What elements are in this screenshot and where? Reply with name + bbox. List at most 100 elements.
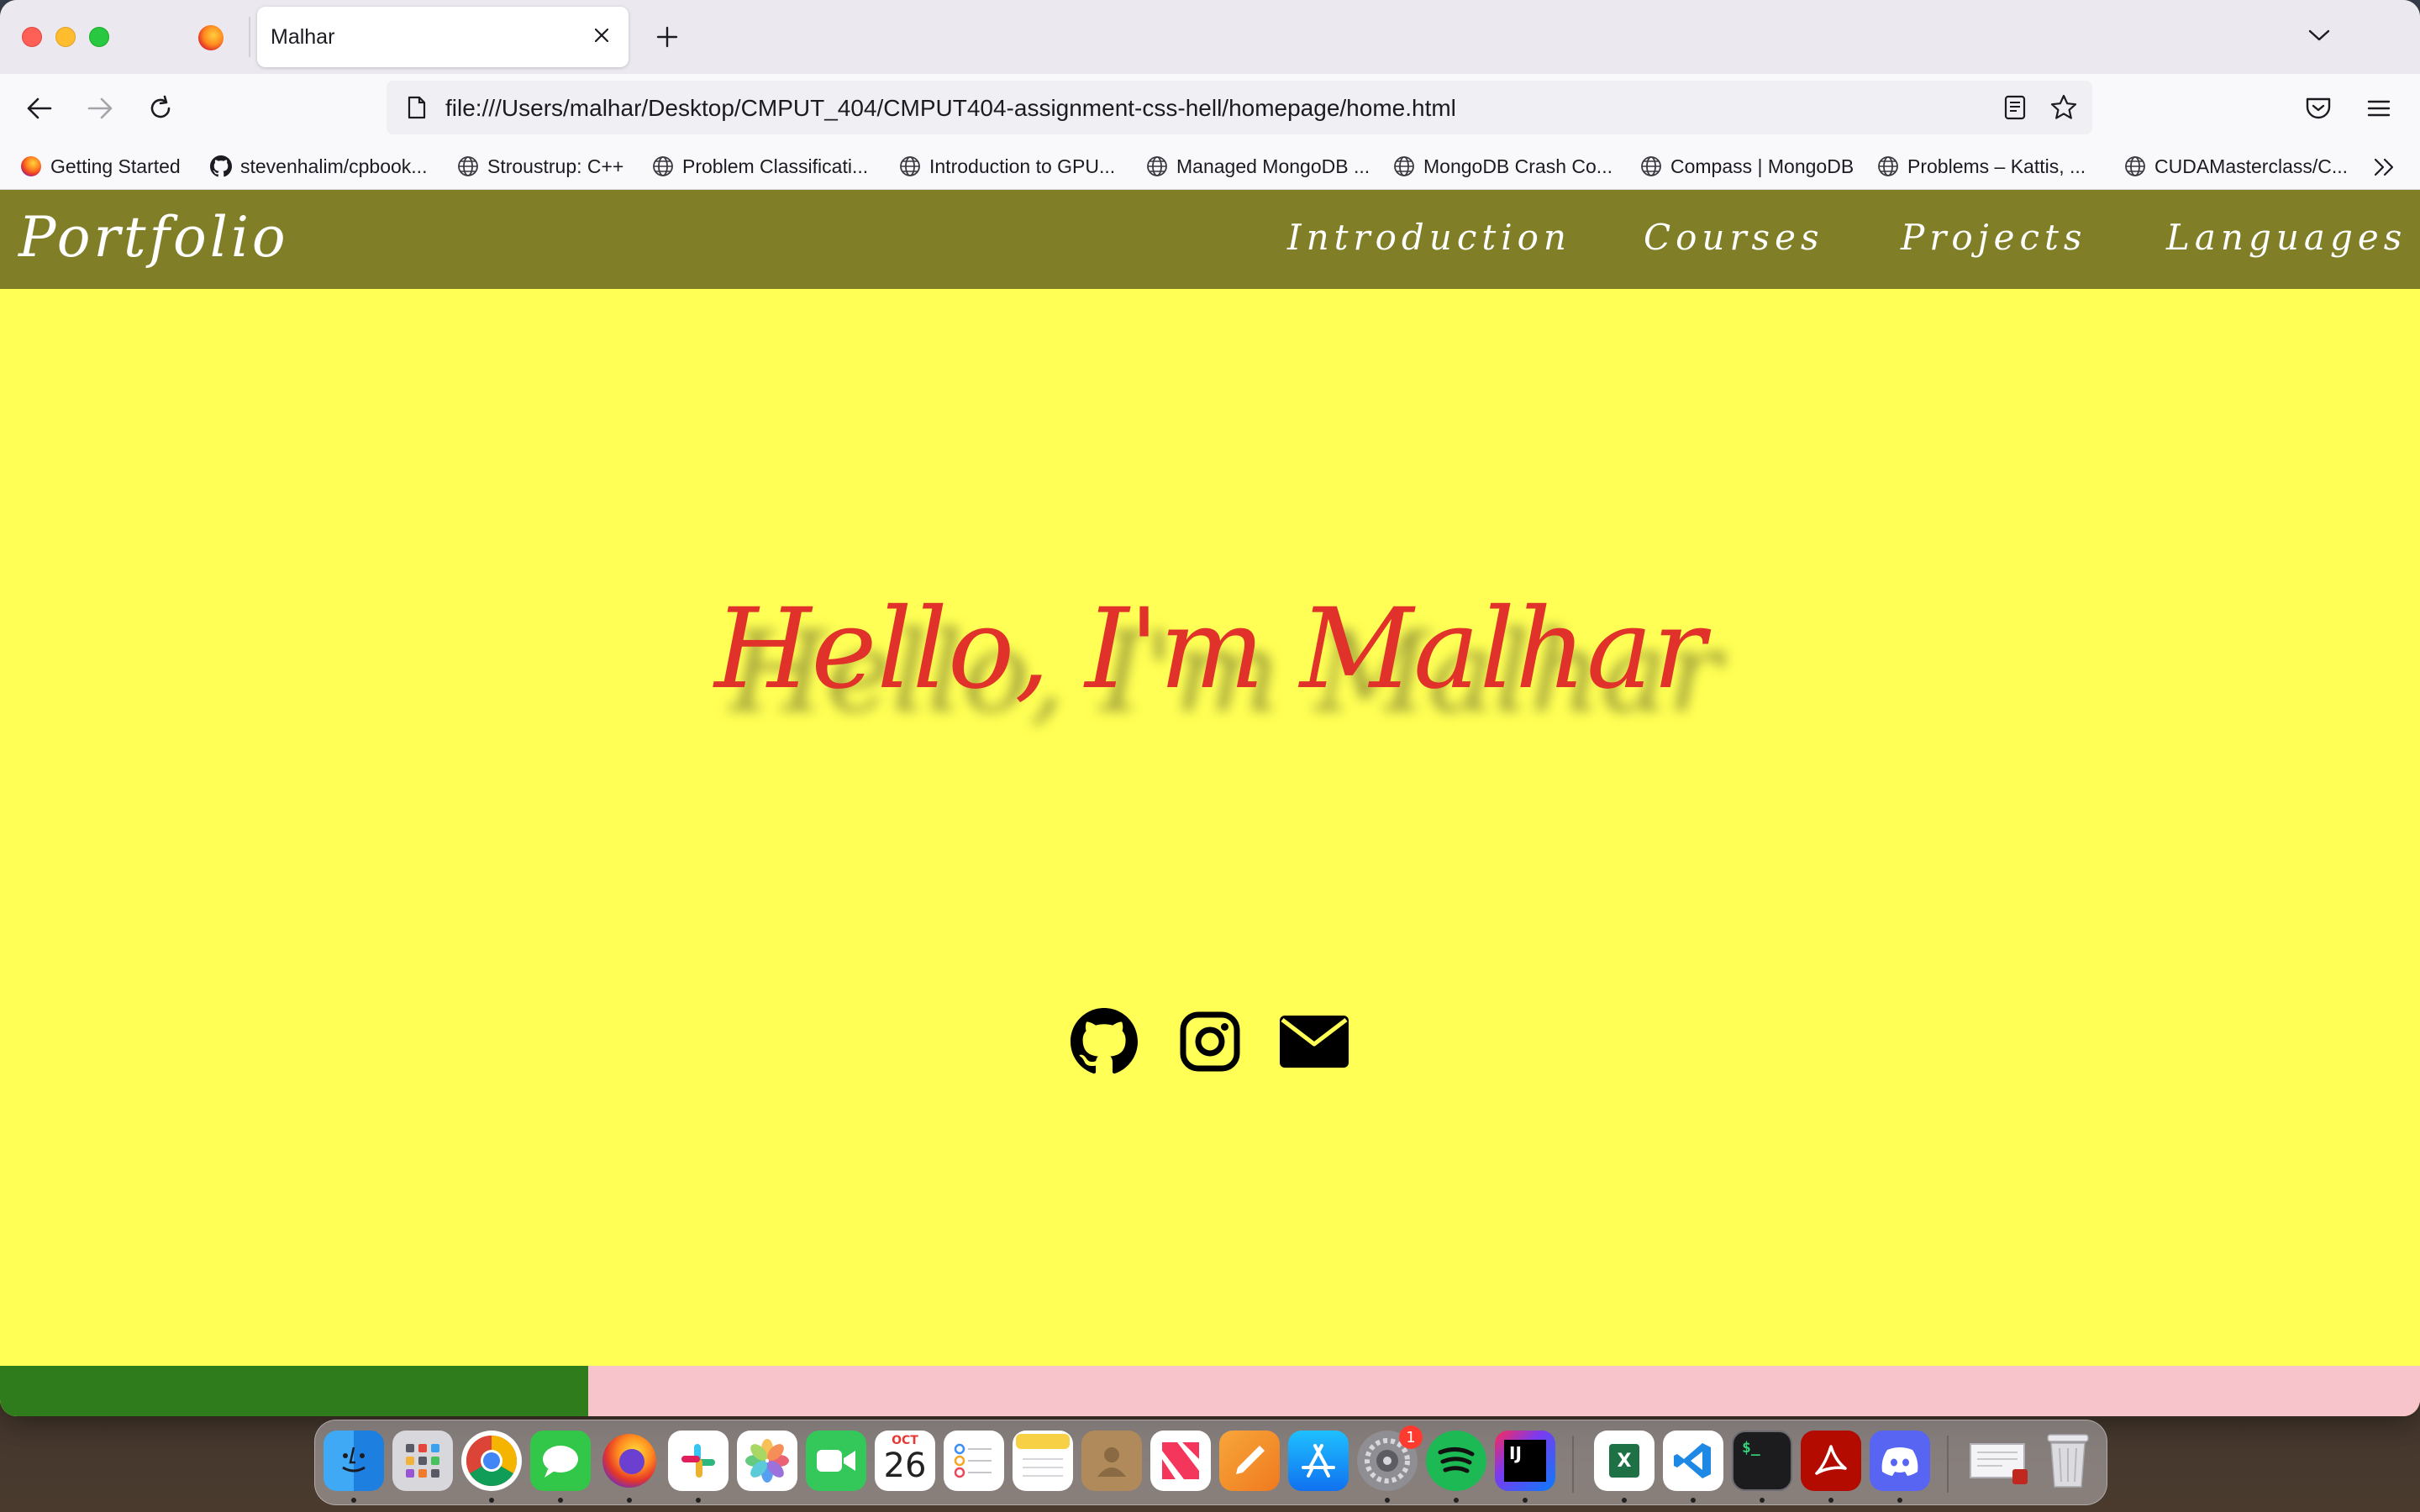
- github-icon: [210, 155, 232, 177]
- mail-icon[interactable]: [1279, 1006, 1349, 1077]
- terminal-icon[interactable]: $_: [1732, 1431, 1792, 1491]
- notes-icon[interactable]: [1013, 1431, 1073, 1491]
- tab-close-icon[interactable]: [588, 22, 615, 49]
- running-indicator: [558, 1498, 563, 1503]
- pages-icon[interactable]: [1219, 1431, 1280, 1491]
- bookmarks-bar: Getting Started stevenhalim/cpbook... St…: [0, 143, 2420, 190]
- footer-left-block: [0, 1366, 588, 1416]
- finder-icon[interactable]: [324, 1431, 384, 1491]
- social-links: [1069, 1006, 1355, 1077]
- calendar-month: OCT: [892, 1434, 918, 1447]
- window-close-button[interactable]: [22, 27, 42, 47]
- spotify-icon[interactable]: [1426, 1431, 1486, 1491]
- running-indicator: [696, 1498, 701, 1503]
- bookmark-item[interactable]: Problems – Kattis, ...: [1877, 151, 2086, 181]
- bookmark-item[interactable]: Introduction to GPU...: [899, 151, 1115, 181]
- web-page: Portfolio Introduction Courses Projects …: [0, 190, 2420, 1416]
- bookmark-label: stevenhalim/cpbook...: [240, 155, 428, 177]
- messages-icon[interactable]: [530, 1431, 591, 1491]
- bookmark-label: MongoDB Crash Co...: [1423, 155, 1612, 177]
- bookmark-item[interactable]: MongoDB Crash Co...: [1393, 151, 1612, 181]
- bookmark-item[interactable]: stevenhalim/cpbook...: [210, 151, 427, 181]
- site-navbar: Portfolio Introduction Courses Projects …: [0, 190, 2420, 289]
- launchpad-icon[interactable]: [392, 1431, 453, 1491]
- dock-separator: [1947, 1436, 1949, 1493]
- bookmark-label: Problems – Kattis, ...: [1907, 155, 2086, 177]
- running-indicator: [1760, 1498, 1765, 1503]
- reminders-icon[interactable]: [944, 1431, 1004, 1491]
- globe-icon: [2124, 155, 2146, 177]
- news-icon[interactable]: [1150, 1431, 1211, 1491]
- running-indicator: [1828, 1498, 1833, 1503]
- window-maximize-button[interactable]: [89, 27, 109, 47]
- running-indicator: [1622, 1498, 1627, 1503]
- tab-title: Malhar: [271, 25, 335, 49]
- running-indicator: [1454, 1498, 1459, 1503]
- bookmark-label: Stroustrup: C++: [487, 155, 624, 177]
- firefox-view-icon[interactable]: [198, 25, 224, 50]
- vscode-icon[interactable]: [1663, 1431, 1723, 1491]
- tab-strip: Malhar: [0, 0, 2420, 74]
- bookmark-label: Getting Started: [50, 155, 181, 177]
- intellij-label: IJ: [1504, 1440, 1546, 1482]
- excel-icon[interactable]: X: [1594, 1431, 1655, 1491]
- bookmark-label: Compass | MongoDB: [1670, 155, 1854, 177]
- firefox-icon: [20, 155, 42, 177]
- menu-hamburger-icon[interactable]: [2360, 89, 2398, 128]
- bookmark-item[interactable]: Stroustrup: C++: [457, 151, 623, 181]
- preview-document-icon[interactable]: [1969, 1431, 2029, 1491]
- terminal-label: $_: [1742, 1439, 1760, 1457]
- url-text: file:///Users/malhar/Desktop/CMPUT_404/C…: [445, 95, 1456, 121]
- bookmark-item[interactable]: CUDAMasterclass/C...: [2124, 151, 2348, 181]
- running-indicator: [1691, 1498, 1696, 1503]
- globe-icon: [1640, 155, 1662, 177]
- slack-icon[interactable]: [668, 1431, 729, 1491]
- discord-icon[interactable]: [1870, 1431, 1930, 1491]
- new-tab-icon[interactable]: [650, 20, 684, 54]
- reader-view-icon[interactable]: [2000, 92, 2030, 123]
- calendar-day: 26: [883, 1446, 927, 1485]
- forward-arrow-icon[interactable]: [81, 89, 119, 128]
- nav-link-introduction[interactable]: Introduction: [1287, 217, 1571, 258]
- bookmark-item[interactable]: Getting Started: [20, 151, 181, 181]
- dock-separator: [1572, 1436, 1574, 1493]
- footer-right-block: [588, 1366, 2420, 1416]
- chevron-double-right-icon[interactable]: [2370, 155, 2400, 180]
- nav-toolbar: file:///Users/malhar/Desktop/CMPUT_404/C…: [0, 74, 2420, 143]
- url-bar[interactable]: file:///Users/malhar/Desktop/CMPUT_404/C…: [387, 81, 2092, 134]
- app-store-icon[interactable]: [1288, 1431, 1349, 1491]
- bookmark-item[interactable]: Problem Classificati...: [652, 151, 868, 181]
- chevron-down-icon[interactable]: [2302, 18, 2336, 52]
- site-brand[interactable]: Portfolio: [18, 205, 289, 270]
- hero-heading: Hello, I'm Malhar: [714, 585, 1706, 714]
- tab-active[interactable]: Malhar: [257, 7, 629, 67]
- window-minimize-button[interactable]: [55, 27, 76, 47]
- photos-icon[interactable]: [737, 1431, 797, 1491]
- bookmark-item[interactable]: Managed MongoDB ...: [1146, 151, 1370, 181]
- acrobat-icon[interactable]: [1801, 1431, 1861, 1491]
- calendar-icon[interactable]: OCT 26: [875, 1431, 935, 1491]
- running-indicator: [1385, 1498, 1390, 1503]
- contacts-icon[interactable]: [1081, 1431, 1142, 1491]
- intellij-icon[interactable]: IJ: [1495, 1431, 1555, 1491]
- trash-icon[interactable]: [2038, 1431, 2098, 1491]
- nav-link-languages[interactable]: Languages: [2166, 217, 2407, 258]
- globe-icon: [1146, 155, 1168, 177]
- system-preferences-icon[interactable]: 1: [1357, 1425, 1423, 1491]
- back-arrow-icon[interactable]: [20, 89, 59, 128]
- nav-link-projects[interactable]: Projects: [1901, 217, 2086, 258]
- running-indicator: [489, 1498, 494, 1503]
- github-icon[interactable]: [1069, 1006, 1139, 1077]
- reload-icon[interactable]: [141, 89, 180, 128]
- chrome-icon[interactable]: [461, 1431, 522, 1491]
- bookmark-star-icon[interactable]: [2047, 91, 2081, 124]
- bookmark-item[interactable]: Compass | MongoDB: [1640, 151, 1854, 181]
- page-icon: [403, 94, 430, 121]
- firefox-icon[interactable]: [599, 1431, 660, 1491]
- instagram-icon[interactable]: [1175, 1006, 1245, 1077]
- facetime-icon[interactable]: [806, 1431, 866, 1491]
- bookmark-label: Managed MongoDB ...: [1176, 155, 1370, 177]
- globe-icon: [1877, 155, 1899, 177]
- pocket-icon[interactable]: [2299, 89, 2338, 128]
- nav-link-courses[interactable]: Courses: [1644, 217, 1824, 258]
